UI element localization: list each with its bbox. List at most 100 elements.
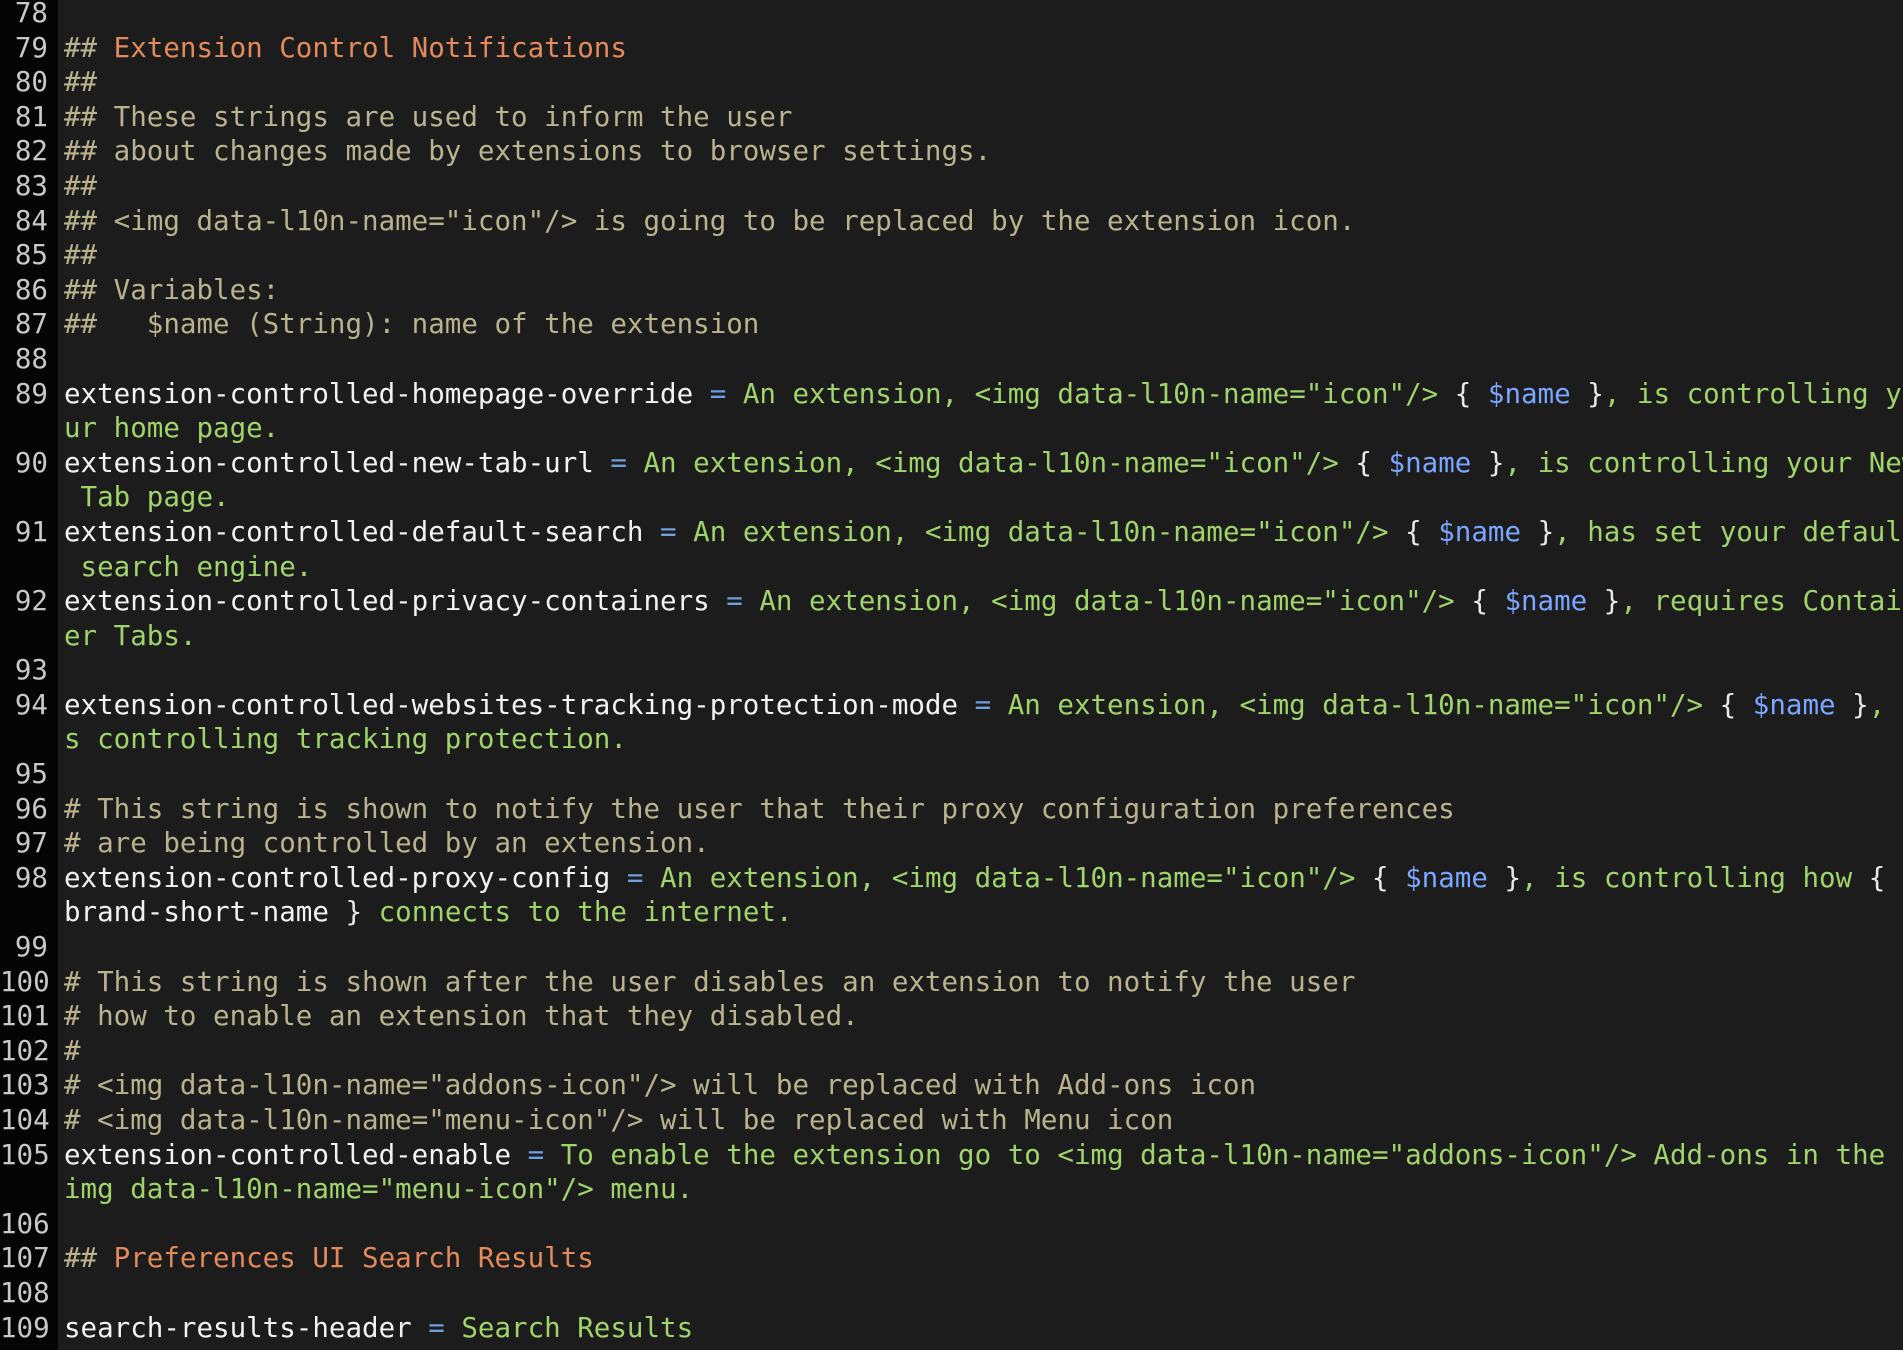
string-token: Tab page. <box>64 481 230 514</box>
code-line[interactable]: 92 extension-controlled-privacy-container… <box>0 584 1903 619</box>
line-number: 100 <box>0 965 50 998</box>
operator-token: = <box>411 1311 462 1344</box>
code-line[interactable]: 103 # <img data-l10n-name="addons-icon"/>… <box>0 1068 1903 1103</box>
operator-token: = <box>511 1138 561 1171</box>
code-line[interactable]: 98 extension-controlled-proxy-config = An… <box>0 861 1903 896</box>
code-line[interactable]: 79 ## Extension Control Notifications <box>0 31 1903 66</box>
code-line[interactable]: 110 <box>0 1345 1903 1350</box>
code-line[interactable]: 95 <box>0 757 1903 792</box>
operator-token: = <box>643 515 694 548</box>
code-line-wrap[interactable]: ur home page. <box>0 411 1903 446</box>
code-editor[interactable]: 78 79 ## Extension Control Notifications 80… <box>0 0 1903 1350</box>
code-line[interactable]: 81 ## These strings are used to inform th… <box>0 100 1903 135</box>
code-line[interactable]: 105 extension-controlled-enable = To enab… <box>0 1138 1903 1173</box>
line-number: 94 <box>14 688 48 721</box>
line-number: 93 <box>14 654 48 687</box>
line-number: 110 <box>0 1345 50 1350</box>
operator-token: = <box>593 446 644 479</box>
variable-token: $name <box>1487 377 1571 410</box>
string-token: An extension, <img data-l10n-name="icon"… <box>643 446 1356 479</box>
code-line[interactable]: 100 # This string is shown after the user… <box>0 965 1903 1000</box>
line-text-continuation: brand-short-name } connects to the inter… <box>64 895 793 930</box>
code-line[interactable]: 89 extension-controlled-homepage-override… <box>0 377 1903 412</box>
brace-token: } <box>1570 377 1604 410</box>
identifier-token: extension-controlled-new-tab-url <box>64 446 594 479</box>
string-token: To enable the extension go to <img data-… <box>560 1138 1903 1171</box>
operator-token: = <box>610 861 661 894</box>
line-text: extension-controlled-default-search = An… <box>64 515 1903 550</box>
code-line-wrap[interactable]: s controlling tracking protection. <box>0 722 1903 757</box>
code-line[interactable]: 94 extension-controlled-websites-tracking… <box>0 688 1903 723</box>
code-line[interactable]: 90 extension-controlled-new-tab-url = An … <box>0 446 1903 481</box>
brace-token: { <box>1371 861 1406 894</box>
code-line[interactable]: 91 extension-controlled-default-search = … <box>0 515 1903 550</box>
code-line[interactable]: 78 <box>0 0 1903 31</box>
line-text-continuation: ur home page. <box>64 411 279 446</box>
code-line[interactable]: 109 search-results-header = Search Result… <box>0 1311 1903 1346</box>
code-line[interactable]: 86 ## Variables: <box>0 273 1903 308</box>
code-line[interactable]: 96 # This string is shown to notify the u… <box>0 792 1903 827</box>
string-token: , is controlling yo <box>1603 377 1903 410</box>
operator-token: = <box>958 688 1008 721</box>
line-text: ## Preferences UI Search Results <box>64 1241 594 1276</box>
code-line[interactable]: 84 ## <img data-l10n-name="icon"/> is goi… <box>0 204 1903 239</box>
code-line[interactable]: 80 ## <box>0 65 1903 100</box>
code-line[interactable]: 85 ## <box>0 238 1903 273</box>
line-text: ## These strings are used to inform the … <box>64 100 792 135</box>
line-text: extension-controlled-privacy-containers … <box>64 584 1903 619</box>
section-title-token: Extension Control Notifications <box>113 31 627 64</box>
brace-token: } <box>1487 861 1522 894</box>
string-token: An extension, <img data-l10n-name="icon"… <box>759 585 1472 618</box>
line-text: ## $name (String): name of the extension <box>64 307 759 342</box>
identifier-token: extension-controlled-privacy-containers <box>64 585 710 618</box>
line-number: 83 <box>14 169 48 202</box>
line-number: 101 <box>0 1000 50 1033</box>
variable-token: $name <box>1504 585 1588 618</box>
line-number: 78 <box>14 0 48 29</box>
code-line[interactable]: 108 <box>0 1276 1903 1311</box>
code-line-wrap[interactable]: Tab page. <box>0 480 1903 515</box>
code-line-wrap[interactable]: er Tabs. <box>0 619 1903 654</box>
code-line-wrap[interactable]: img data-l10n-name="menu-icon"/> menu. <box>0 1172 1903 1207</box>
code-line[interactable]: 102 # <box>0 1034 1903 1069</box>
line-number: 106 <box>0 1207 50 1240</box>
line-text-continuation: search engine. <box>64 550 313 585</box>
identifier-token: extension-controlled-websites-tracking-p… <box>64 688 959 721</box>
line-number: 86 <box>14 273 48 306</box>
code-line-wrap[interactable]: search engine. <box>0 550 1903 585</box>
line-text: extension-controlled-homepage-override =… <box>64 377 1903 412</box>
line-number: 87 <box>14 308 48 341</box>
code-line[interactable]: 107 ## Preferences UI Search Results <box>0 1241 1903 1276</box>
string-token: connects to the internet. <box>362 896 793 929</box>
line-text: # This string is shown to notify the use… <box>64 792 1455 827</box>
variable-token: $name <box>1752 688 1836 721</box>
string-token: , is controlling how <box>1521 861 1869 894</box>
code-line[interactable]: 88 <box>0 342 1903 377</box>
code-line[interactable]: 83 ## <box>0 169 1903 204</box>
line-text: ## Extension Control Notifications <box>64 31 627 66</box>
line-number: 98 <box>14 861 48 894</box>
line-text: # <box>64 1034 81 1069</box>
code-line[interactable]: 97 # are being controlled by an extension… <box>0 826 1903 861</box>
code-line[interactable]: 104 # <img data-l10n-name="menu-icon"/> w… <box>0 1103 1903 1138</box>
line-number: 81 <box>14 100 48 133</box>
code-line[interactable]: 93 <box>0 653 1903 688</box>
identifier-token: extension-controlled-enable <box>64 1138 512 1171</box>
string-token: s controlling tracking protection. <box>64 723 627 756</box>
code-line[interactable]: 87 ## $name (String): name of the extensi… <box>0 307 1903 342</box>
comment-token: ## Variables: <box>64 273 280 306</box>
code-line[interactable]: 82 ## about changes made by extensions to… <box>0 134 1903 169</box>
comment-token: # This string is shown after the user di… <box>64 965 1356 998</box>
string-token: , is controlling your New <box>1504 446 1903 479</box>
comment-token: ## <box>64 31 114 64</box>
code-line[interactable]: 106 <box>0 1207 1903 1242</box>
line-number: 104 <box>0 1104 50 1136</box>
line-number: 95 <box>14 758 48 791</box>
code-line[interactable]: 99 <box>0 930 1903 965</box>
code-line-wrap[interactable]: brand-short-name } connects to the inter… <box>0 895 1903 930</box>
line-text: extension-controlled-websites-tracking-p… <box>64 688 1903 723</box>
line-number: 82 <box>14 135 48 168</box>
variable-token: $name <box>1405 861 1488 894</box>
code-lines: 78 79 ## Extension Control Notifications 80… <box>0 0 1903 1350</box>
code-line[interactable]: 101 # how to enable an extension that the… <box>0 999 1903 1034</box>
